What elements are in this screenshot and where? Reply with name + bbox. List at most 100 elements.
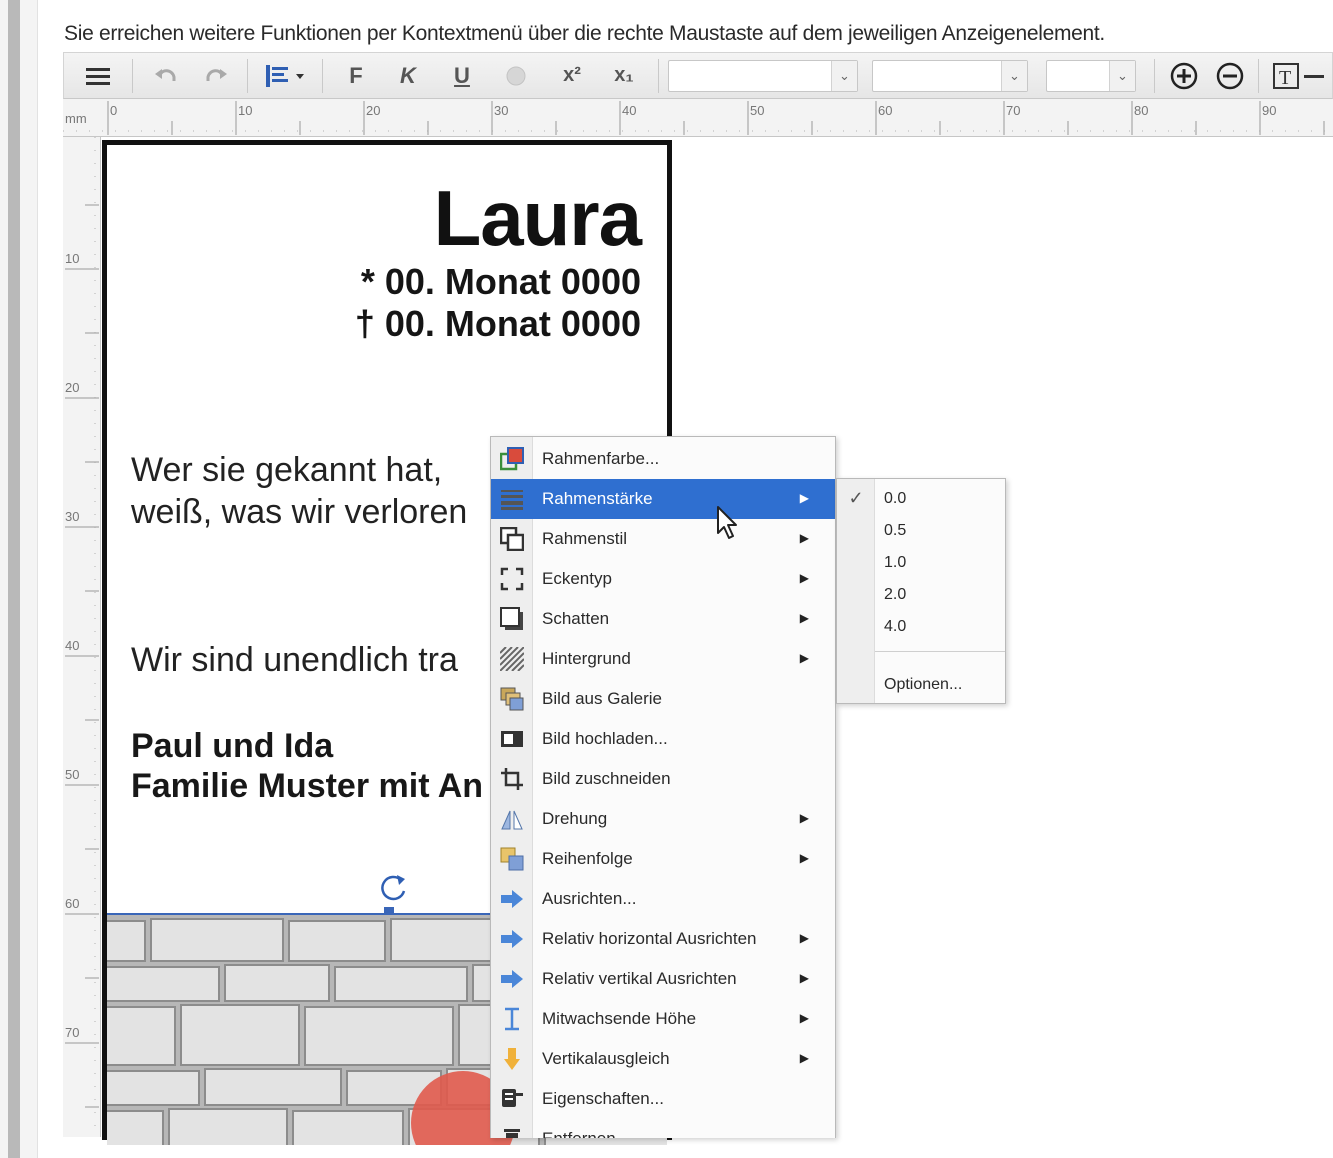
menu-item-label: Eigenschaften... <box>542 1089 664 1108</box>
menu-item-rahmenfarbe[interactable]: Rahmenfarbe... <box>491 439 835 479</box>
menu-item-eigenschaften[interactable]: Eigenschaften... <box>491 1079 835 1119</box>
verse-line[interactable]: Wir sind unendlich tra <box>131 641 458 680</box>
menu-item-label: Schatten <box>542 609 610 628</box>
submenu-option[interactable]: 1.0 <box>837 547 1005 578</box>
ruler-label: 70 <box>1006 103 1021 118</box>
verse-line[interactable]: weiß, was wir verloren <box>131 493 467 532</box>
menu-item-entfernen[interactable]: Entfernen <box>491 1119 835 1138</box>
font-family-select[interactable]: ⌄ <box>668 60 858 92</box>
hamburger-menu-button[interactable] <box>78 53 118 98</box>
submenu-arrow-icon: ▶ <box>799 971 809 985</box>
menu-item-label: Rahmenstärke <box>542 489 653 508</box>
ruler-label: 30 <box>494 103 509 118</box>
italic-button[interactable]: K <box>390 53 426 98</box>
background-pattern-icon <box>491 639 533 679</box>
ruler-label: 20 <box>65 380 80 395</box>
menu-item-rahmenstil[interactable]: Rahmenstil ▶ <box>491 519 835 559</box>
menu-item-label: Hintergrund <box>542 649 631 668</box>
strikethrough-button[interactable] <box>498 53 534 98</box>
zoom-out-button[interactable] <box>1212 53 1248 98</box>
align-left-icon <box>266 64 304 87</box>
menu-item-label: Mitwachsende Höhe <box>542 1009 697 1028</box>
disabled-circle-icon <box>506 66 526 85</box>
undo-icon <box>155 68 176 81</box>
submenu-option[interactable]: 0.5 <box>837 515 1005 546</box>
submenu-arrow-icon: ▶ <box>799 611 809 625</box>
zoom-in-button[interactable] <box>1166 53 1202 98</box>
signature-line[interactable]: Paul und Ida <box>131 727 333 766</box>
death-date[interactable]: † 00. Monat 0000 <box>355 303 641 345</box>
submenu-arrow-icon: ▶ <box>799 931 809 945</box>
border-width-submenu: ✓ 0.0 0.5 1.0 2.0 4.0 Optionen... <box>836 478 1006 704</box>
chevron-down-icon: ⌄ <box>831 61 857 91</box>
zoom-out-icon <box>1216 62 1244 89</box>
submenu-arrow-icon: ▶ <box>799 1051 809 1065</box>
menu-item-label: Bild hochladen... <box>542 729 668 748</box>
ruler-label: 40 <box>622 103 637 118</box>
verse-line[interactable]: Wer sie gekannt hat, <box>131 451 442 490</box>
border-style-icon <box>491 519 533 559</box>
border-width-icon <box>491 479 533 519</box>
align-arrow-icon <box>491 959 533 999</box>
ruler-label: 10 <box>65 251 80 266</box>
submenu-arrow-icon: ▶ <box>799 651 809 665</box>
menu-item-reihenfolge[interactable]: Reihenfolge ▶ <box>491 839 835 879</box>
submenu-option[interactable]: 4.0 <box>837 611 1005 642</box>
zoom-in-icon <box>1170 62 1198 89</box>
menu-item-vertikalausgleich[interactable]: Vertikalausgleich ▶ <box>491 1039 835 1079</box>
birth-date[interactable]: * 00. Monat 0000 <box>361 261 641 303</box>
menu-item-schatten[interactable]: Schatten ▶ <box>491 599 835 639</box>
submenu-option-label: 1.0 <box>884 553 907 571</box>
ruler-label: 50 <box>750 103 765 118</box>
menu-item-mitwachsende-hoehe[interactable]: Mitwachsende Höhe ▶ <box>491 999 835 1039</box>
text-cursor-icon <box>491 999 533 1039</box>
menu-item-bild-hochladen[interactable]: Bild hochladen... <box>491 719 835 759</box>
subscript-button[interactable]: x₁ <box>604 53 644 98</box>
submenu-option[interactable]: ✓ 0.0 <box>837 483 1005 514</box>
ruler-label: 50 <box>65 767 80 782</box>
menu-item-relativ-vertikal-ausrichten[interactable]: Relativ vertikal Ausrichten ▶ <box>491 959 835 999</box>
menu-item-label: Relativ horizontal Ausrichten <box>542 929 757 948</box>
scrollbar-track[interactable] <box>8 0 20 1158</box>
text-box-dropdown[interactable]: T <box>1268 53 1328 98</box>
undo-button[interactable] <box>148 53 184 98</box>
ruler-label: 10 <box>238 103 253 118</box>
menu-item-hintergrund[interactable]: Hintergrund ▶ <box>491 639 835 679</box>
menu-item-drehung[interactable]: Drehung ▶ <box>491 799 835 839</box>
submenu-option[interactable]: 2.0 <box>837 579 1005 610</box>
submenu-arrow-icon: ▶ <box>799 811 809 825</box>
submenu-arrow-icon: ▶ <box>799 1011 809 1025</box>
redo-button[interactable] <box>198 53 234 98</box>
menu-item-relativ-horizontal-ausrichten[interactable]: Relativ horizontal Ausrichten ▶ <box>491 919 835 959</box>
gallery-icon <box>491 679 533 719</box>
menu-item-rahmenstaerke[interactable]: Rahmenstärke ▶ <box>491 479 835 519</box>
signature-line[interactable]: Familie Muster mit An <box>131 767 483 806</box>
menu-item-ausrichten[interactable]: Ausrichten... <box>491 879 835 919</box>
submenu-option-label: Optionen... <box>884 675 963 693</box>
menu-item-bild-zuschneiden[interactable]: Bild zuschneiden <box>491 759 835 799</box>
menu-item-bild-aus-galerie[interactable]: Bild aus Galerie <box>491 679 835 719</box>
font-size-select[interactable]: ⌄ <box>872 60 1028 92</box>
underline-button[interactable]: U <box>444 53 480 98</box>
superscript-button[interactable]: x² <box>552 53 592 98</box>
submenu-arrow-icon: ▶ <box>799 491 809 505</box>
ruler-label: 20 <box>366 103 381 118</box>
crop-icon <box>491 759 533 799</box>
context-menu-hint: Sie erreichen weitere Funktionen per Kon… <box>64 22 1105 45</box>
menu-item-eckentyp[interactable]: Eckentyp ▶ <box>491 559 835 599</box>
editor-toolbar: F K U x² x₁ ⌄ ⌄ ⌄ T <box>63 52 1333 99</box>
text-align-dropdown[interactable] <box>260 53 312 98</box>
submenu-options-item[interactable]: Optionen... <box>837 669 1005 700</box>
deceased-name[interactable]: Laura <box>434 173 642 264</box>
chevron-down-icon: ⌄ <box>1001 61 1027 91</box>
vertical-balance-icon <box>491 1039 533 1079</box>
rotate-handle-icon[interactable] <box>377 871 409 903</box>
submenu-option-label: 0.5 <box>884 521 907 539</box>
menu-item-label: Bild aus Galerie <box>542 689 663 708</box>
menu-item-label: Drehung <box>542 809 608 828</box>
horizontal-ruler: mm 0 10 20 30 40 50 60 70 80 90 <box>63 99 1333 137</box>
vertical-ruler: 10 20 30 40 50 60 70 <box>63 137 101 1137</box>
border-color-icon <box>491 439 533 479</box>
line-height-select[interactable]: ⌄ <box>1046 60 1136 92</box>
bold-button[interactable]: F <box>338 53 374 98</box>
